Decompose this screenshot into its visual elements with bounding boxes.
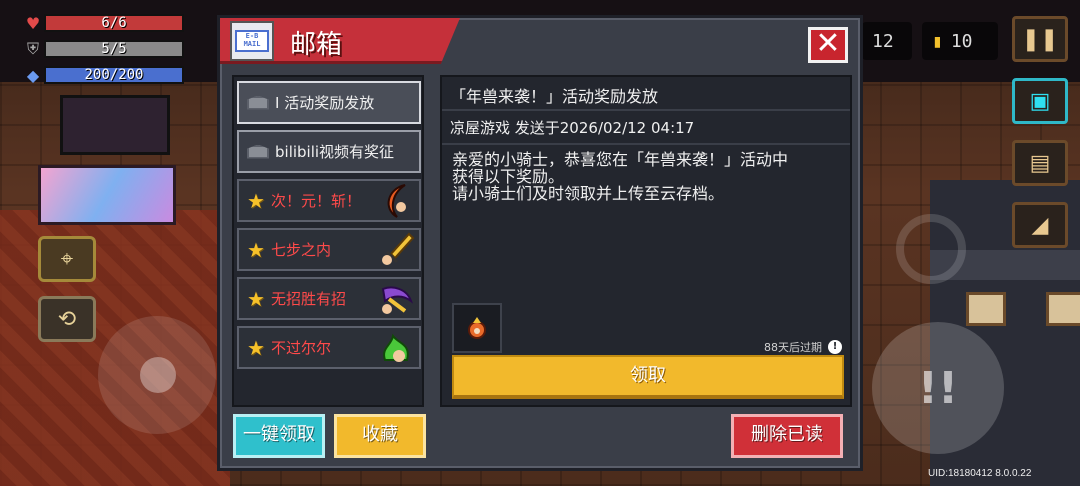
exclamation-icon: !: [828, 340, 842, 354]
map-marker-button[interactable]: ⌖: [38, 236, 96, 282]
star-icon: ★: [247, 335, 265, 360]
envelope-open-icon: [247, 144, 269, 159]
stairs-icon: ◢: [1031, 212, 1049, 238]
profile-button[interactable]: ▤: [1012, 140, 1068, 186]
mail-item-label: 次！元！斩！: [270, 192, 361, 210]
swap-weapon-button[interactable]: ⟲: [38, 296, 96, 342]
mail-body: 亲爱的小骑士，恭喜您在「年兽来袭！」活动中 获得以下奖励。 请小骑士们及时领取并…: [452, 150, 789, 203]
attack-button[interactable]: !!: [872, 322, 1004, 454]
mail-detail: 「年兽来袭！」活动奖励发放 凉屋游戏 发送于2026/02/12 04:17 亲…: [440, 75, 852, 407]
shield-icon: ⛨: [26, 39, 39, 58]
wall-certificate: [966, 292, 1006, 326]
expiry-notice: 88天后过期 !: [764, 339, 842, 355]
hp-bar: 6/6: [44, 14, 184, 32]
pause-button[interactable]: ❚❚: [1012, 16, 1068, 62]
armor-row: ⛨ 5/5: [22, 36, 184, 62]
green-flame-icon: [383, 333, 409, 362]
mail-item[interactable]: I 活动奖励发放: [237, 81, 421, 124]
uid-label: UID:18180412 8.0.0.22: [928, 468, 1032, 479]
close-button[interactable]: ✕: [808, 27, 848, 63]
gem-counter: 12: [862, 22, 912, 60]
coin-counter: ▮ 10: [922, 22, 998, 60]
energy-icon: ◆: [26, 65, 40, 85]
golden-sword-icon: [382, 232, 415, 265]
title-banner: E-B MAIL 邮箱: [220, 18, 460, 64]
coin-icon: ▮: [932, 30, 943, 52]
mail-item[interactable]: ★ 七步之内: [237, 228, 421, 271]
mail-item-label: bilibili视频有奖征: [275, 143, 395, 161]
location-pin-icon: ⌖: [60, 246, 74, 272]
mail-item[interactable]: ★ 不过尔尔: [237, 326, 421, 369]
expiry-text: 88天后过期: [764, 341, 822, 354]
attack-icon: !!: [917, 362, 959, 414]
heart-icon: ♥: [25, 13, 41, 33]
mail-list: I 活动奖励发放 bilibili视频有奖征 ★ 次！元！斩！ ★ 七步之内 ★: [232, 75, 424, 407]
star-icon: ★: [247, 286, 265, 311]
exit-button[interactable]: ◢: [1012, 202, 1068, 248]
mail-item[interactable]: bilibili视频有奖征: [237, 130, 421, 173]
energy-bar: 200/200: [44, 66, 184, 84]
divider: [442, 143, 850, 145]
mail-icon-text: E-B MAIL: [243, 32, 261, 48]
mail-sender-line: 凉屋游戏 发送于2026/02/12 04:17: [450, 119, 695, 137]
close-icon: ✕: [815, 26, 841, 61]
divider: [442, 109, 850, 111]
player-stats: ♥ 6/6 ⛨ 5/5 ◆ 200/200: [22, 10, 184, 88]
star-icon: ★: [247, 188, 265, 213]
wall-certificate: [1046, 292, 1080, 326]
arcade-screen: [60, 95, 170, 155]
mail-envelope-icon: E-B MAIL: [235, 30, 269, 52]
anime-poster: [38, 165, 176, 225]
pause-icon: ❚❚: [1021, 26, 1059, 52]
skill-button[interactable]: [896, 214, 966, 284]
mail-icon: E-B MAIL: [230, 21, 274, 61]
mail-item-label: 不过尔尔: [270, 339, 331, 357]
swap-icon: ⟲: [57, 306, 77, 332]
joystick-knob[interactable]: [140, 357, 176, 393]
star-icon: ★: [247, 237, 265, 262]
claim-all-button[interactable]: 一键领取: [233, 414, 325, 458]
crescent-blade-icon: [387, 184, 406, 218]
mail-item-label: 无招胜有招: [270, 290, 346, 308]
reward-slot[interactable]: [452, 303, 502, 353]
mail-item[interactable]: ★ 次！元！斩！: [237, 179, 421, 222]
mail-item-label: I 活动奖励发放: [275, 94, 375, 112]
energy-row: ◆ 200/200: [22, 62, 184, 88]
dialog-title: 邮箱: [290, 30, 343, 60]
claim-button[interactable]: 领取: [452, 355, 844, 399]
mailbox-dialog: E-B MAIL 邮箱 ✕ I 活动奖励发放 bilibili视频有奖征 ★ 次…: [217, 15, 863, 471]
pet-face-icon: ▣: [1029, 88, 1051, 114]
mail-item[interactable]: ★ 无招胜有招: [237, 277, 421, 320]
fire-orb-icon: [468, 317, 486, 339]
purple-claw-icon: [381, 286, 413, 314]
envelope-open-icon: [247, 95, 269, 110]
gem-count: 12: [872, 30, 894, 52]
mail-item-label: 七步之内: [270, 241, 331, 259]
coin-count: 10: [950, 30, 973, 52]
mail-subject: 「年兽来袭！」活动奖励发放: [450, 87, 659, 106]
id-card-icon: ▤: [1029, 150, 1051, 176]
delete-read-button[interactable]: 删除已读: [731, 414, 843, 458]
hp-row: ♥ 6/6: [22, 10, 184, 36]
favorite-button[interactable]: 收藏: [334, 414, 426, 458]
emote-button[interactable]: ▣: [1012, 78, 1068, 124]
armor-bar: 5/5: [44, 40, 184, 58]
